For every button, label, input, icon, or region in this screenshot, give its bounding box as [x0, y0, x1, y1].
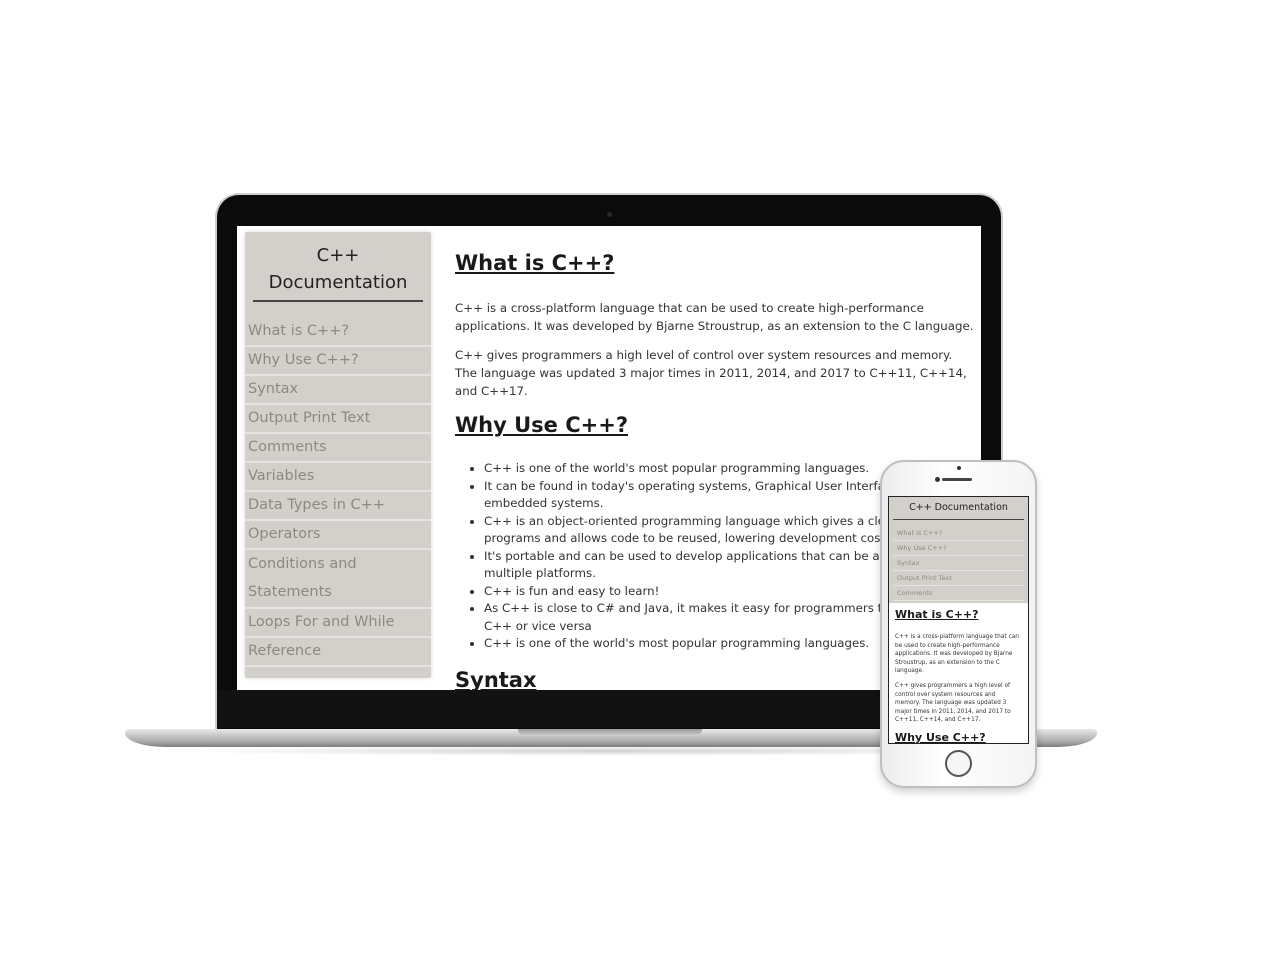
- phone-nav-link-output-print-text[interactable]: Output Print Text: [893, 571, 1024, 586]
- nav-link-what-is-cpp[interactable]: What is C++?: [245, 318, 431, 347]
- phone-paragraph: C++ is a cross-platform language that ca…: [895, 634, 1019, 675]
- phone-nav-link-syntax[interactable]: Syntax: [893, 556, 1024, 571]
- phone-nav-link-comments[interactable]: Comments: [893, 586, 1024, 601]
- phone-navbar: C++ Documentation What is C++? Why Use C…: [889, 497, 1028, 603]
- device-mockup: C++ Documentation What is C++? Why Use C…: [0, 0, 1280, 960]
- nav-link-syntax[interactable]: Syntax: [245, 376, 431, 405]
- nav-link-output-print-text[interactable]: Output Print Text: [245, 405, 431, 434]
- phone-camera: [957, 466, 961, 470]
- nav-link-data-types[interactable]: Data Types in C++: [245, 492, 431, 521]
- nav-title: C++ Documentation: [253, 242, 423, 302]
- paragraph: C++ gives programmers a high level of co…: [455, 348, 967, 398]
- phone-speaker: [942, 478, 972, 481]
- nav-link-variables[interactable]: Variables: [245, 463, 431, 492]
- nav-link-comments[interactable]: Comments: [245, 434, 431, 463]
- laptop-camera: [607, 212, 612, 217]
- section-title-why-use-cpp: Why Use C++?: [455, 413, 629, 437]
- phone-main-doc: What is C++? C++ is a cross-platform lan…: [889, 603, 1028, 744]
- nav-link-operators[interactable]: Operators: [245, 521, 431, 550]
- navbar: C++ Documentation What is C++? Why Use C…: [245, 232, 431, 678]
- laptop-screen: C++ Documentation What is C++? Why Use C…: [237, 226, 981, 690]
- phone-section-title-why-use-cpp: Why Use C++?: [895, 730, 986, 744]
- section-title-what-is-cpp: What is C++?: [455, 251, 615, 275]
- laptop-opening-notch: [518, 729, 702, 736]
- phone-home-button[interactable]: [945, 750, 972, 777]
- phone-nav-link-what-is-cpp[interactable]: What is C++?: [893, 526, 1024, 541]
- phone-sensor: [935, 477, 940, 482]
- nav-list: What is C++? Why Use C++? Syntax Output …: [245, 318, 431, 667]
- nav-link-loops[interactable]: Loops For and While: [245, 609, 431, 638]
- phone-nav-link-why-use-cpp[interactable]: Why Use C++?: [893, 541, 1024, 556]
- paragraph: C++ is a cross-platform language that ca…: [455, 301, 974, 333]
- phone-section-title-what-is-cpp: What is C++?: [895, 608, 979, 621]
- nav-link-why-use-cpp[interactable]: Why Use C++?: [245, 347, 431, 376]
- phone-nav-title: C++ Documentation: [893, 501, 1024, 520]
- nav-link-conditions[interactable]: Conditions and Statements: [245, 550, 431, 609]
- phone-screen: C++ Documentation What is C++? Why Use C…: [888, 496, 1029, 744]
- phone-paragraph: C++ gives programmers a high level of co…: [895, 682, 1011, 724]
- nav-link-reference[interactable]: Reference: [245, 638, 431, 667]
